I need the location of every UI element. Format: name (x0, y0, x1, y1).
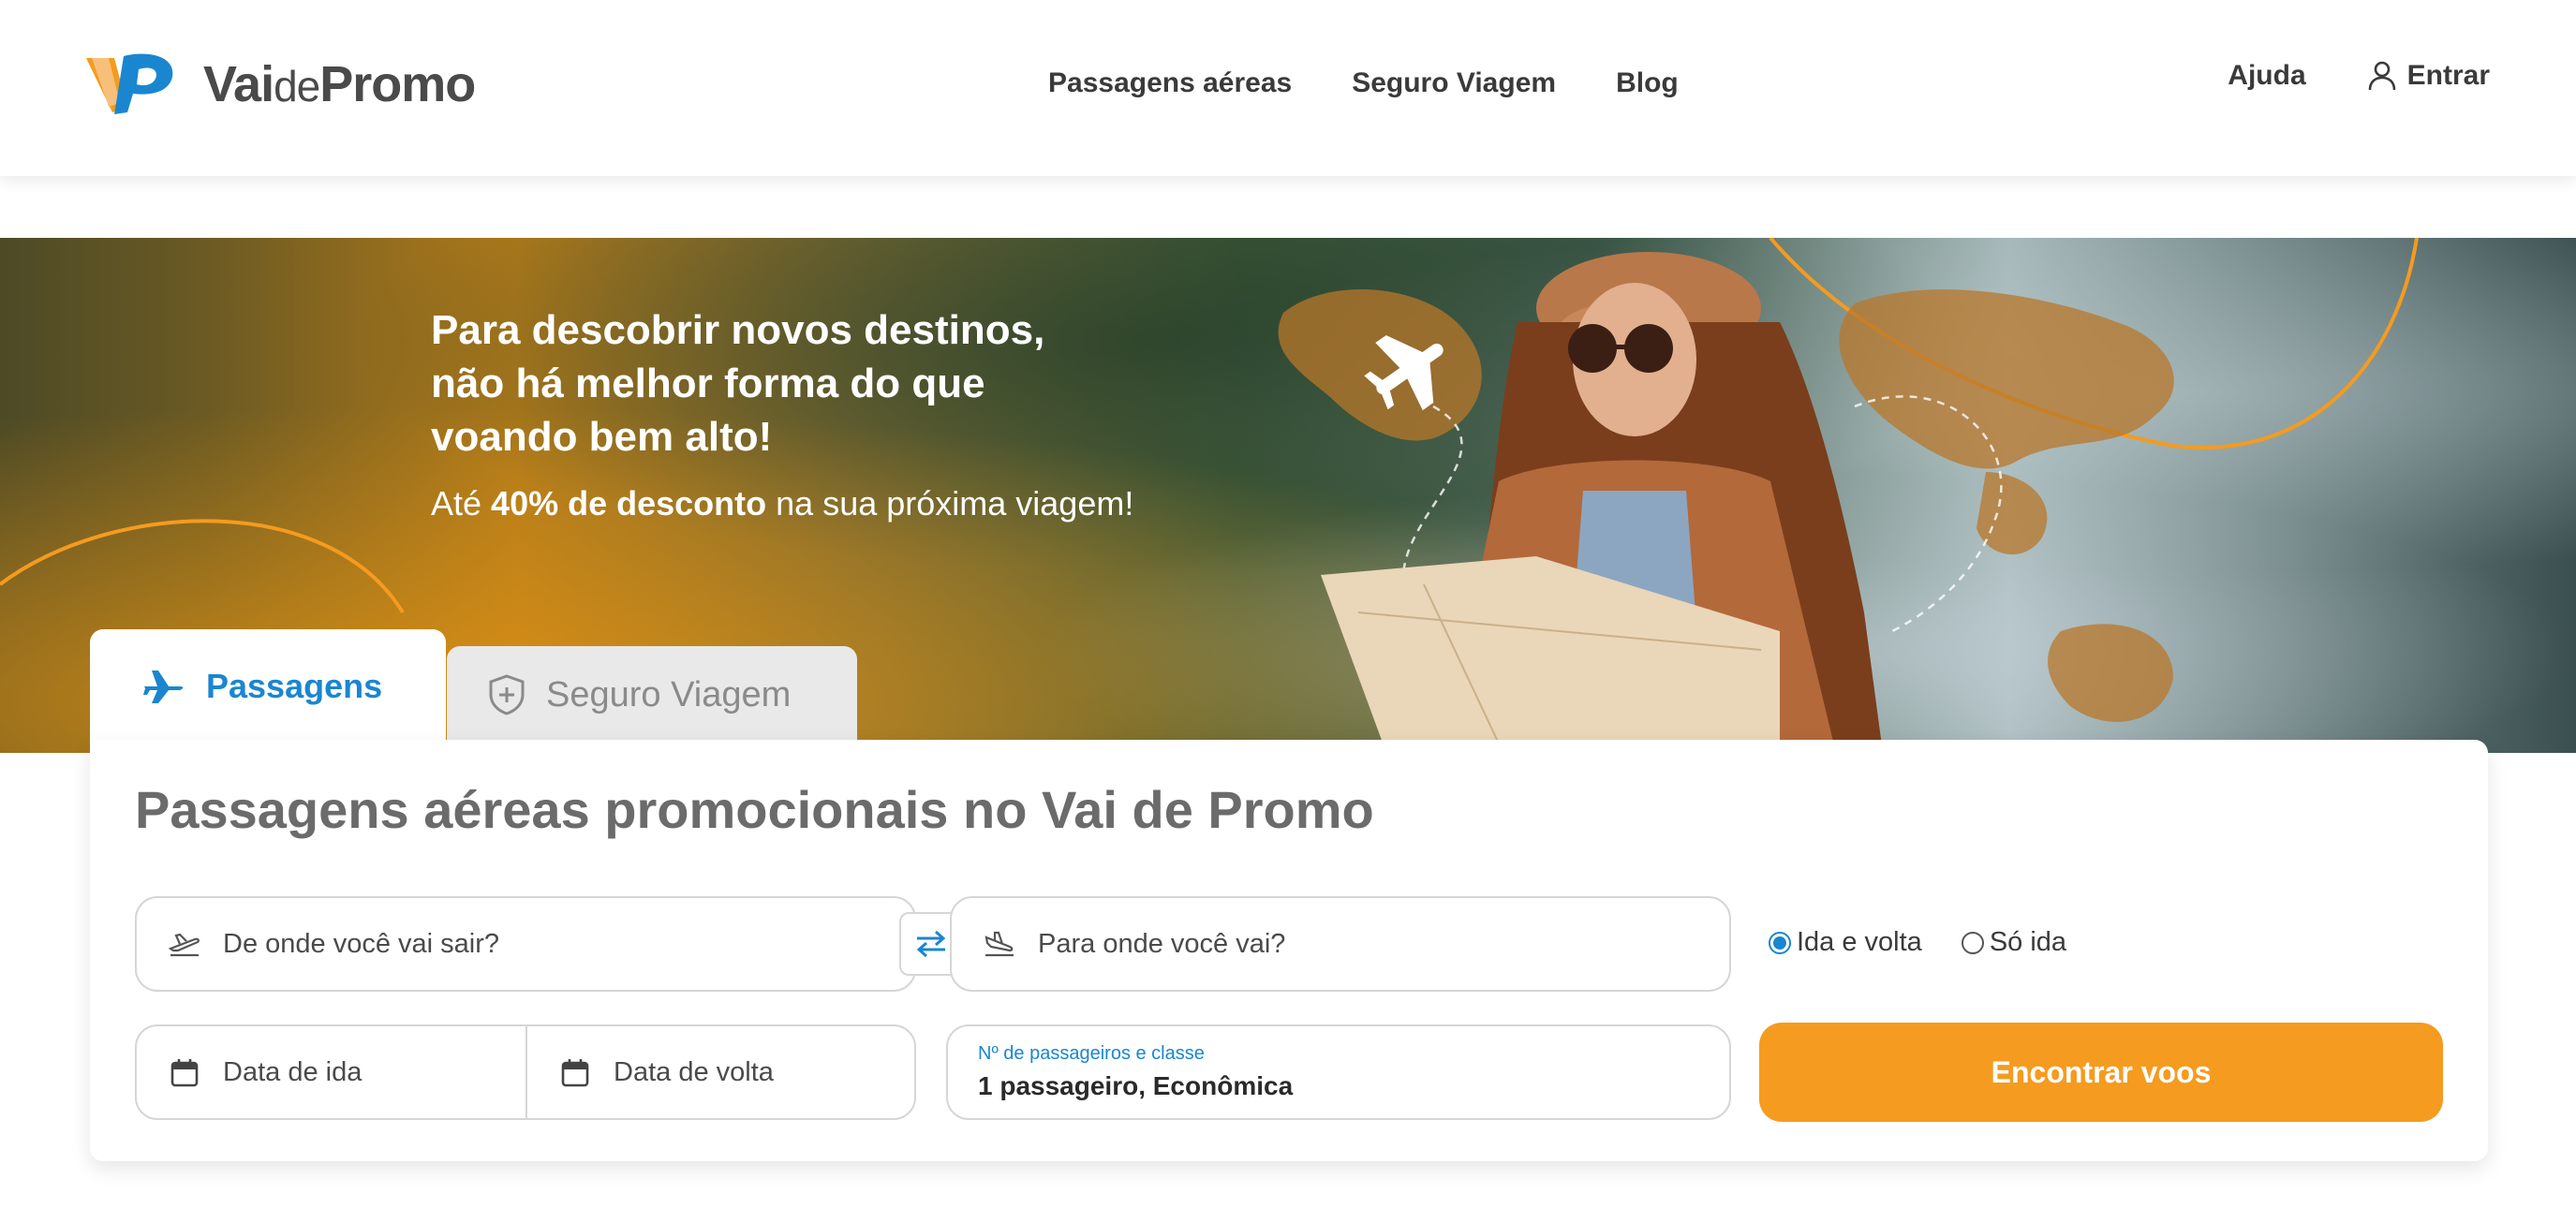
flight-search-card: Passagens aéreas promocionais no Vai de … (90, 740, 2488, 1161)
airplane-icon (143, 670, 184, 703)
tab-passagens-label: Passagens (206, 667, 383, 705)
return-date-placeholder: Data de volta (614, 1056, 774, 1087)
user-icon (2368, 61, 2395, 91)
help-link[interactable]: Ajuda (2228, 60, 2305, 92)
radio-one-way[interactable]: Só ida (1961, 927, 2066, 958)
login-button[interactable]: Entrar (2368, 60, 2490, 92)
radio-round-trip[interactable]: Ida e volta (1769, 927, 1922, 958)
trip-type-group: Ida e volta Só ida (1769, 927, 2066, 958)
passengers-label: Nº de passageiros e classe (978, 1043, 1205, 1064)
origin-placeholder: De onde você vai sair? (223, 928, 499, 959)
landing-icon (984, 928, 1015, 960)
destination-field[interactable]: Para onde você vai? (950, 896, 1731, 992)
site-header: VaidePromo Passagens aéreas Seguro Viage… (0, 0, 2576, 176)
return-date-field[interactable]: Data de volta (526, 1026, 914, 1118)
login-label: Entrar (2406, 60, 2490, 91)
hero-subtitle: Até 40% de desconto na sua próxima viage… (431, 484, 1134, 523)
tab-seguro-viagem[interactable]: Seguro Viagem (447, 646, 857, 744)
takeoff-icon (169, 928, 200, 960)
header-actions: Ajuda Entrar (2228, 60, 2490, 92)
passengers-class-field[interactable]: Nº de passageiros e classe 1 passageiro,… (946, 1024, 1731, 1120)
calendar-icon (559, 1056, 591, 1088)
calendar-icon (169, 1056, 200, 1088)
hero-title: Para descobrir novos destinos, não há me… (431, 307, 1045, 460)
nav-blog[interactable]: Blog (1616, 67, 1679, 99)
depart-date-placeholder: Data de ida (223, 1056, 363, 1087)
hero-text: Para descobrir novos destinos, não há me… (431, 303, 1199, 523)
logo-text: VaidePromo (203, 56, 476, 112)
find-flights-button[interactable]: Encontrar voos (1759, 1023, 2443, 1122)
radio-one-way-dot[interactable] (1961, 931, 1984, 954)
search-title: Passagens aéreas promocionais no Vai de … (135, 780, 1374, 839)
logo[interactable]: VaidePromo (86, 51, 476, 118)
tab-passagens[interactable]: Passagens (90, 629, 446, 744)
main-nav: Passagens aéreas Seguro Viagem Blog (1048, 67, 1679, 99)
logo-mark-icon (86, 53, 173, 115)
nav-seguro-viagem[interactable]: Seguro Viagem (1352, 67, 1556, 99)
passengers-value: 1 passageiro, Econômica (978, 1071, 1294, 1100)
origin-field[interactable]: De onde você vai sair? (135, 896, 916, 992)
shield-plus-icon (489, 674, 525, 715)
destination-placeholder: Para onde você vai? (1038, 928, 1286, 959)
tab-seguro-viagem-label: Seguro Viagem (546, 674, 792, 715)
nav-passagens-aereas[interactable]: Passagens aéreas (1048, 67, 1292, 99)
swap-arrows-icon (916, 930, 946, 958)
depart-date-field[interactable]: Data de ida (137, 1026, 526, 1118)
radio-round-trip-dot[interactable] (1769, 931, 1791, 954)
date-range-field: Data de ida Data de volta (135, 1024, 916, 1120)
